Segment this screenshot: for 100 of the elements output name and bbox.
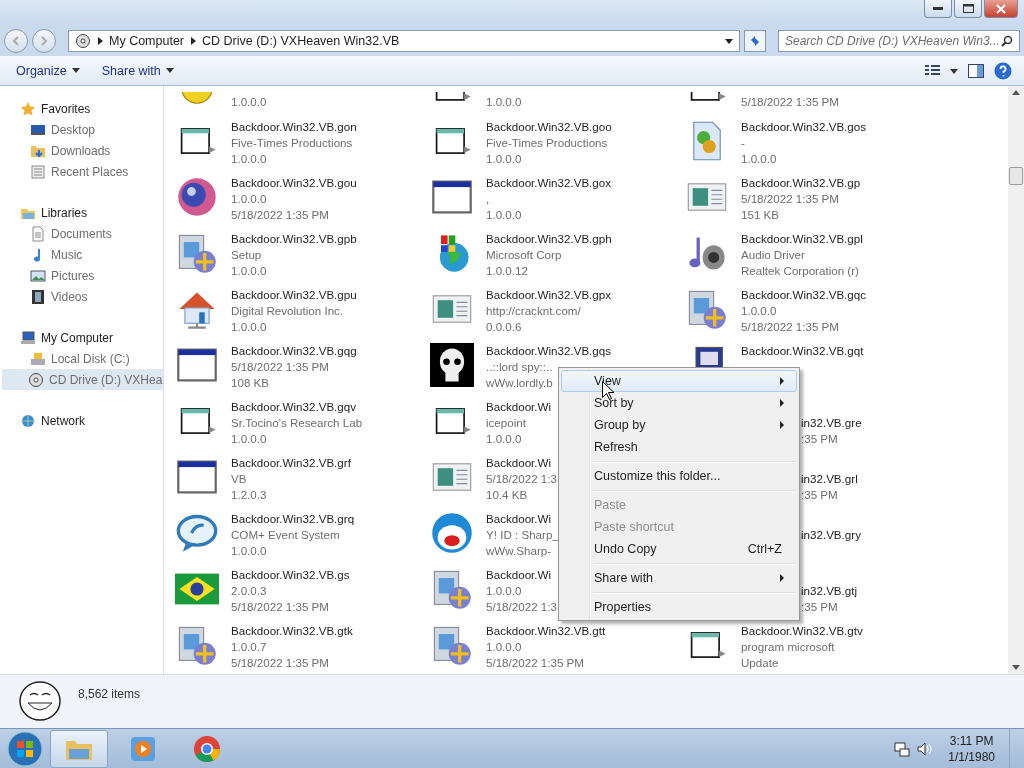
file-detail: 1.0.0.0 bbox=[231, 94, 267, 110]
file-name[interactable]: Backdoor.Win32.VB.grf bbox=[231, 455, 351, 471]
file-name[interactable]: Backdoor.Win32.VB.gqg bbox=[231, 343, 357, 359]
file-detail: Audio Driver bbox=[741, 247, 805, 263]
minimize-button[interactable] bbox=[924, 0, 952, 18]
sidebar-item[interactable]: Videos bbox=[0, 286, 163, 307]
recent-places-icon bbox=[30, 163, 46, 180]
file-name[interactable]: Backdoor.Win32.VB.gtv bbox=[741, 623, 863, 639]
menu-item[interactable]: Properties bbox=[561, 596, 797, 618]
chevron-icon[interactable] bbox=[97, 37, 103, 45]
sidebar-item[interactable]: Libraries bbox=[0, 202, 163, 223]
file-name[interactable]: Backdoor.Win32.VB.gtk bbox=[231, 623, 353, 639]
sidebar-item[interactable]: Local Disk (C:) bbox=[0, 348, 163, 369]
address-bar[interactable]: My Computer CD Drive (D:) VXHeaven Win32.VB bbox=[68, 30, 740, 52]
clock-time[interactable]: 3:11 PM bbox=[949, 732, 994, 749]
help-icon[interactable] bbox=[994, 61, 1012, 80]
file-name[interactable]: Backdoor.Win32.VB.gqc bbox=[741, 287, 867, 303]
file-detail: 1.2.0.3 bbox=[231, 487, 267, 503]
clock-date[interactable]: 1/1/1980 bbox=[948, 748, 995, 765]
sidebar-item[interactable]: Music bbox=[0, 244, 163, 265]
file-name[interactable]: Backdoor.Win32.VB.gon bbox=[231, 119, 357, 135]
file-detail: 1.0.0.0 bbox=[486, 94, 522, 110]
file-name[interactable]: Backdoor.Win32.VB.gos bbox=[741, 119, 867, 135]
file-detail: Setup bbox=[231, 247, 262, 263]
file-name[interactable]: Backdoor.Wi bbox=[486, 567, 552, 583]
sidebar-item[interactable]: Recent Places bbox=[0, 161, 163, 182]
refresh-button[interactable] bbox=[744, 30, 766, 52]
file-name[interactable]: in32.VB.gtj bbox=[801, 583, 858, 599]
file-detail: 5/18/2022 1:35 PM bbox=[231, 207, 329, 223]
close-button[interactable] bbox=[984, 0, 1018, 18]
scroll-up-icon[interactable] bbox=[1012, 90, 1020, 95]
toolbar-button[interactable]: Organize bbox=[10, 59, 86, 82]
scrollbar[interactable] bbox=[1008, 86, 1024, 674]
disk-icon bbox=[30, 350, 46, 367]
file-detail: icepoint bbox=[486, 415, 526, 431]
preview-pane-icon[interactable] bbox=[968, 63, 984, 78]
file-name[interactable]: Backdoor.Win32.VB.goo bbox=[486, 119, 612, 135]
scroll-down-icon[interactable] bbox=[1012, 665, 1020, 670]
sidebar-item[interactable]: My Computer bbox=[0, 327, 163, 348]
file-name[interactable]: Backdoor.Wi bbox=[486, 399, 552, 415]
dropdown-icon[interactable] bbox=[725, 38, 733, 44]
file-name[interactable]: in32.VB.gry bbox=[801, 527, 861, 543]
view-options-icon[interactable] bbox=[924, 63, 958, 78]
file-name[interactable]: Backdoor.Win32.VB.gpl bbox=[741, 231, 863, 247]
file-name[interactable]: Backdoor.Win32.VB.gqv bbox=[231, 399, 357, 415]
file-name[interactable]: Backdoor.Win32.VB.gtt bbox=[486, 623, 606, 639]
disc-icon bbox=[75, 33, 91, 49]
file-name[interactable]: Backdoor.Win32.VB.gqt bbox=[741, 343, 864, 359]
file-name[interactable]: Backdoor.Win32.VB.gph bbox=[486, 231, 612, 247]
submenu-arrow-icon bbox=[780, 377, 784, 385]
file-name[interactable]: in32.VB.gre bbox=[801, 415, 862, 431]
file-name[interactable]: Backdoor.Win32.VB.gou bbox=[231, 175, 357, 191]
file-name[interactable]: Backdoor.Win32.VB.gp bbox=[741, 175, 861, 191]
file-name[interactable]: Backdoor.Wi bbox=[486, 455, 552, 471]
speaker-icon[interactable] bbox=[916, 740, 933, 757]
menu-item[interactable]: Refresh bbox=[561, 436, 797, 458]
toolbar-button[interactable]: Share with bbox=[95, 59, 180, 82]
file-name[interactable]: Backdoor.Win32.VB.gqs bbox=[486, 343, 612, 359]
sidebar-item[interactable]: Desktop bbox=[0, 119, 163, 140]
sidebar-item[interactable]: Documents bbox=[0, 223, 163, 244]
menu-item[interactable]: View bbox=[561, 370, 797, 392]
grinning-face-icon bbox=[18, 679, 62, 723]
network-icon[interactable] bbox=[894, 740, 911, 757]
sidebar-item[interactable]: CD Drive (D:) VXHea bbox=[2, 369, 163, 390]
sphere-icon[interactable] bbox=[175, 175, 219, 219]
menu-item[interactable]: Sort by bbox=[561, 392, 797, 414]
skull-icon[interactable] bbox=[430, 343, 474, 387]
breadcrumb[interactable]: My Computer bbox=[109, 34, 185, 48]
sidebar-item[interactable]: Favorites bbox=[0, 98, 163, 119]
sidebar-item[interactable]: Network bbox=[0, 410, 163, 431]
file-name[interactable]: Backdoor.Wi bbox=[486, 511, 552, 527]
minimize-icon bbox=[933, 6, 943, 11]
file-name[interactable]: Backdoor.Win32.VB.gs bbox=[231, 567, 350, 583]
file-name[interactable]: in32.VB.grl bbox=[801, 471, 858, 487]
file-detail: 1.0.0.0 bbox=[486, 207, 522, 223]
file-detail: 1.0.0.0 bbox=[231, 151, 267, 167]
network-icon bbox=[20, 412, 36, 429]
menu-item[interactable]: Group by bbox=[561, 414, 797, 436]
menu-item[interactable]: Undo Copy Ctrl+Z bbox=[561, 538, 797, 560]
menu-item[interactable]: Customize this folder... bbox=[561, 465, 797, 487]
file-name[interactable]: Backdoor.Win32.VB.gox bbox=[486, 175, 612, 191]
file-name[interactable]: Backdoor.Win32.VB.gpb bbox=[231, 231, 357, 247]
search-field[interactable]: Search CD Drive (D:) VXHeaven Win3... bbox=[778, 30, 1020, 52]
cartoon-icon[interactable] bbox=[430, 511, 474, 555]
scrollbar-thumb[interactable] bbox=[1009, 167, 1023, 185]
file-detail: 1.0.0.0 bbox=[486, 583, 522, 599]
sidebar-item[interactable]: Pictures bbox=[0, 265, 163, 286]
file-detail: 1.0.0.12 bbox=[486, 263, 528, 279]
file-name[interactable]: Backdoor.Win32.VB.gpx bbox=[486, 287, 612, 303]
breadcrumb[interactable]: CD Drive (D:) VXHeaven Win32.VB bbox=[202, 34, 400, 48]
file-detail: 10.4 KB bbox=[486, 487, 528, 503]
file-name[interactable]: Backdoor.Win32.VB.grq bbox=[231, 511, 355, 527]
chevron-icon[interactable] bbox=[190, 37, 197, 45]
file-detail: :35 PM bbox=[801, 487, 838, 503]
maximize-button[interactable] bbox=[954, 0, 982, 18]
menu-item[interactable]: Share with bbox=[561, 567, 797, 589]
file-detail: , bbox=[486, 191, 490, 207]
sidebar-item[interactable]: Downloads bbox=[0, 140, 163, 161]
start-button[interactable] bbox=[6, 729, 44, 768]
file-name[interactable]: Backdoor.Win32.VB.gpu bbox=[231, 287, 357, 303]
